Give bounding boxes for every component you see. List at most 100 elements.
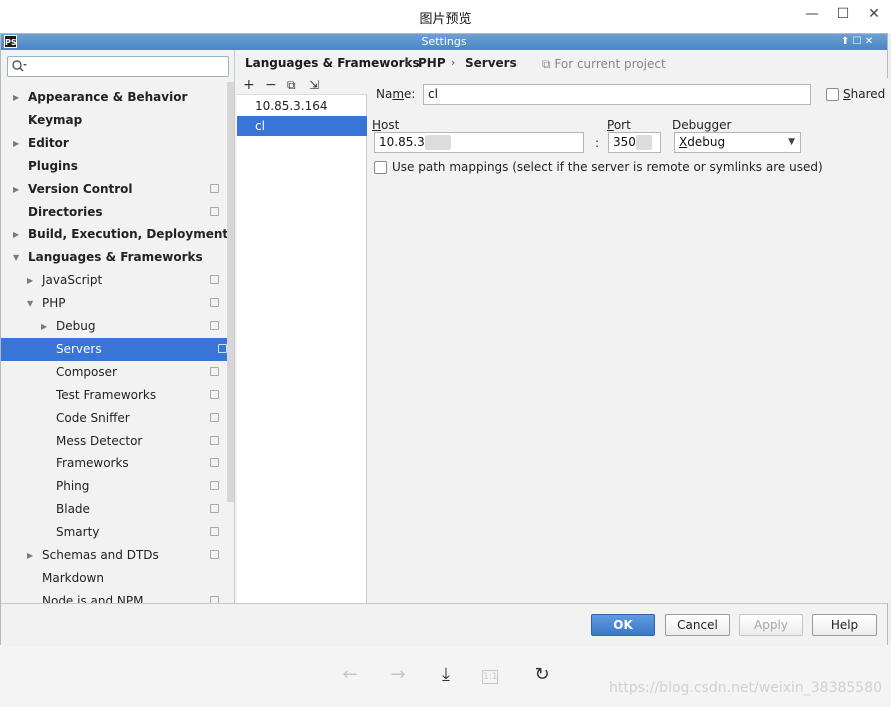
tree-item-smarty[interactable]: Smarty — [1, 521, 227, 544]
tree-item-keymap[interactable]: Keymap — [1, 109, 227, 132]
tree-item-directories[interactable]: Directories — [1, 201, 227, 224]
name-label: Name: — [376, 87, 416, 101]
rotate-icon[interactable]: ↻ — [530, 664, 554, 685]
tree-item-frameworks[interactable]: Frameworks — [1, 452, 227, 475]
help-button[interactable]: Help — [812, 614, 877, 636]
debugger-select[interactable]: Xdebug ▼ — [674, 132, 801, 153]
tree-item-label: Plugins — [28, 158, 78, 173]
ok-button[interactable]: OK — [591, 614, 655, 636]
expanded-arrow-icon[interactable]: ▼ — [13, 246, 19, 269]
close-icon[interactable]: ✕ — [862, 4, 886, 24]
import-icon[interactable]: ⇲ — [309, 78, 319, 92]
collapsed-arrow-icon[interactable]: ▶ — [27, 544, 33, 567]
tree-item-node-js-and-npm[interactable]: Node.js and NPM — [1, 590, 227, 603]
collapsed-arrow-icon[interactable]: ▶ — [13, 178, 19, 201]
tree-item-label: Smarty — [56, 525, 100, 540]
tree-item-version-control[interactable]: ▶ Version Control — [1, 178, 227, 201]
project-scope-icon — [210, 389, 219, 399]
server-config-form: Name: cl Shared Host Port Debugger 10.85… — [368, 78, 889, 603]
viewer-toolbar: ← → ⤓ 1:1 ↻ https://blog.csdn.net/weixin… — [0, 646, 891, 707]
tree-item-markdown[interactable]: Markdown — [1, 567, 227, 590]
tree-item-schemas-and-dtds[interactable]: ▶ Schemas and DTDs — [1, 544, 227, 567]
expanded-arrow-icon[interactable]: ▼ — [27, 292, 33, 315]
maximize-icon[interactable]: ☐ — [831, 4, 855, 24]
server-list-toolbar: + − ⧉ ⇲ — [237, 77, 367, 95]
name-field[interactable]: cl — [423, 84, 811, 105]
tree-item-code-sniffer[interactable]: Code Sniffer — [1, 407, 227, 430]
project-scope-icon — [210, 550, 219, 559]
server-list: 10.85.3.164 cl — [237, 94, 367, 603]
viewer-titlebar: 图片预览 — ☐ ✕ — [0, 0, 891, 33]
viewer-title: 图片预览 — [419, 12, 472, 27]
actual-size-icon[interactable]: 1:1 — [482, 670, 498, 684]
cancel-button[interactable]: Cancel — [665, 614, 730, 636]
server-item-10-85-3-164[interactable]: 10.85.3.164 — [237, 96, 367, 116]
project-scope-icon — [218, 343, 227, 353]
dialog-titlebar: PS Settings ⬆ ☐ ✕ — [1, 34, 887, 50]
breadcrumb-separator: › — [405, 56, 410, 69]
redacted-mask — [636, 135, 652, 150]
tree-item-mess-detector[interactable]: Mess Detector — [1, 430, 227, 453]
tree-item-composer[interactable]: Composer — [1, 361, 227, 384]
download-icon[interactable]: ⤓ — [434, 664, 458, 685]
server-item-cl[interactable]: cl — [237, 116, 367, 136]
settings-search-input[interactable] — [7, 56, 229, 77]
host-label: Host — [372, 118, 400, 132]
path-mappings-checkbox[interactable] — [374, 161, 387, 174]
collapsed-arrow-icon[interactable]: ▶ — [13, 132, 19, 155]
previous-icon[interactable]: ← — [338, 664, 362, 685]
copy-icon[interactable]: ⧉ — [287, 78, 296, 93]
breadcrumb-servers: Servers — [465, 56, 517, 70]
dialog-window-controls[interactable]: ⬆ ☐ ✕ — [841, 34, 873, 50]
port-colon: : — [595, 136, 600, 150]
tree-item-label: Keymap — [28, 112, 83, 127]
next-icon[interactable]: → — [386, 664, 410, 685]
settings-dialog: PS Settings ⬆ ☐ ✕ ▶ Appearance & Behavior… — [0, 33, 889, 645]
add-icon[interactable]: + — [243, 77, 255, 93]
collapsed-arrow-icon[interactable]: ▶ — [13, 86, 19, 109]
tree-item-javascript[interactable]: ▶ JavaScript — [1, 269, 227, 292]
tree-item-label: Composer — [56, 364, 117, 379]
project-scope-icon — [210, 366, 219, 376]
tree-item-editor[interactable]: ▶ Editor — [1, 132, 227, 155]
tree-item-phing[interactable]: Phing — [1, 475, 227, 498]
redacted-mask — [425, 135, 451, 150]
tree-item-servers[interactable]: Servers — [1, 337, 234, 361]
tree-item-test-frameworks[interactable]: Test Frameworks — [1, 384, 227, 407]
project-scope-icon — [210, 183, 219, 193]
path-mappings-label: Use path mappings (select if the server … — [392, 160, 823, 174]
tree-item-label: Code Sniffer — [56, 410, 130, 425]
host-field[interactable]: 10.85.3. — [374, 132, 584, 153]
tree-scrollbar[interactable] — [227, 82, 234, 502]
project-scope-icon — [210, 481, 219, 491]
tree-item-label: Node.js and NPM — [42, 593, 144, 603]
tree-item-plugins[interactable]: Plugins — [1, 155, 227, 178]
project-scope-icon — [210, 435, 219, 445]
tree-item-blade[interactable]: Blade — [1, 498, 227, 521]
tree-item-label: Schemas and DTDs — [42, 548, 159, 562]
tree-item-appearance-behavior[interactable]: ▶ Appearance & Behavior — [1, 86, 227, 109]
tree-item-label: Debug — [56, 319, 96, 333]
project-scope-icon — [210, 595, 219, 603]
port-label: Port — [607, 118, 631, 132]
remove-icon[interactable]: − — [265, 77, 277, 93]
tree-item-build-execution-deployment[interactable]: ▶ Build, Execution, Deployment — [1, 223, 229, 246]
tree-item-languages-frameworks[interactable]: ▼ Languages & Frameworks — [1, 246, 227, 269]
project-scope-icon — [210, 206, 219, 216]
project-scope-icon — [210, 321, 219, 330]
tree-item-php[interactable]: ▼ PHP — [1, 292, 227, 315]
tree-item-label: Phing — [56, 479, 90, 494]
tree-item-label: Appearance & Behavior — [28, 90, 188, 104]
shared-checkbox[interactable] — [826, 88, 839, 101]
tree-item-label: Version Control — [28, 181, 133, 196]
minimize-icon[interactable]: — — [800, 4, 824, 24]
apply-button[interactable]: Apply — [739, 614, 803, 636]
collapsed-arrow-icon[interactable]: ▶ — [13, 223, 19, 246]
port-field[interactable]: 350 — [608, 132, 661, 153]
tree-item-label: Build, Execution, Deployment — [28, 227, 229, 242]
tree-item-label: JavaScript — [42, 273, 103, 288]
collapsed-arrow-icon[interactable]: ▶ — [41, 315, 47, 338]
project-scope-icon — [210, 504, 219, 514]
tree-item-debug[interactable]: ▶ Debug — [1, 315, 227, 338]
collapsed-arrow-icon[interactable]: ▶ — [27, 269, 33, 292]
